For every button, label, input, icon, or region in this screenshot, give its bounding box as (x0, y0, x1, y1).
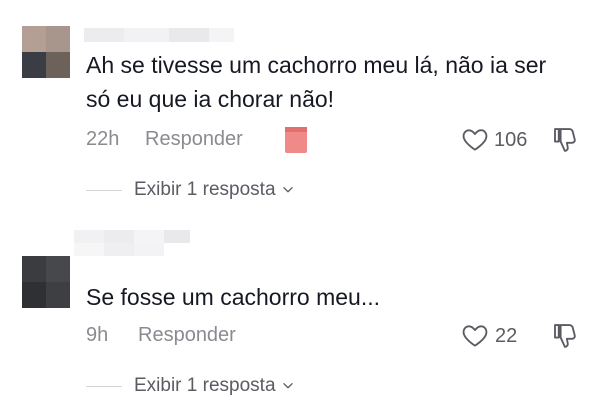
heart-outline-icon (462, 325, 488, 347)
like-count: 22 (495, 325, 518, 347)
like-button[interactable] (460, 320, 490, 350)
reply-button[interactable]: Responder (145, 128, 243, 151)
like-button[interactable] (460, 124, 490, 154)
chevron-down-icon (283, 187, 293, 193)
view-replies-button[interactable]: Exibir 1 resposta (134, 375, 295, 397)
username-blurred[interactable] (74, 230, 190, 256)
view-replies-button[interactable]: Exibir 1 resposta (134, 179, 295, 201)
avatar[interactable] (22, 256, 70, 308)
dislike-button[interactable] (550, 124, 580, 154)
thumbs-down-outline-icon (554, 128, 576, 152)
replies-divider (86, 190, 122, 191)
view-replies-label: Exibir 1 resposta (134, 375, 276, 396)
comment-text: Ah se tivesse um cachorro meu lá, não ia… (86, 52, 547, 112)
dislike-button[interactable] (550, 320, 580, 350)
view-replies-label: Exibir 1 resposta (134, 179, 276, 200)
comment-text: Se fosse um cachorro meu... (86, 284, 381, 310)
reply-button[interactable]: Responder (138, 324, 236, 347)
username-blurred[interactable] (84, 28, 234, 42)
replies-divider (86, 386, 122, 387)
comment-time: 9h (86, 324, 109, 346)
heart-outline-icon (462, 129, 488, 151)
thumbs-down-outline-icon (554, 324, 576, 348)
like-count: 106 (494, 129, 528, 151)
creator-badge (285, 127, 307, 153)
chevron-down-icon (283, 383, 293, 389)
comment-time: 22h (86, 128, 120, 150)
avatar[interactable] (22, 26, 70, 78)
